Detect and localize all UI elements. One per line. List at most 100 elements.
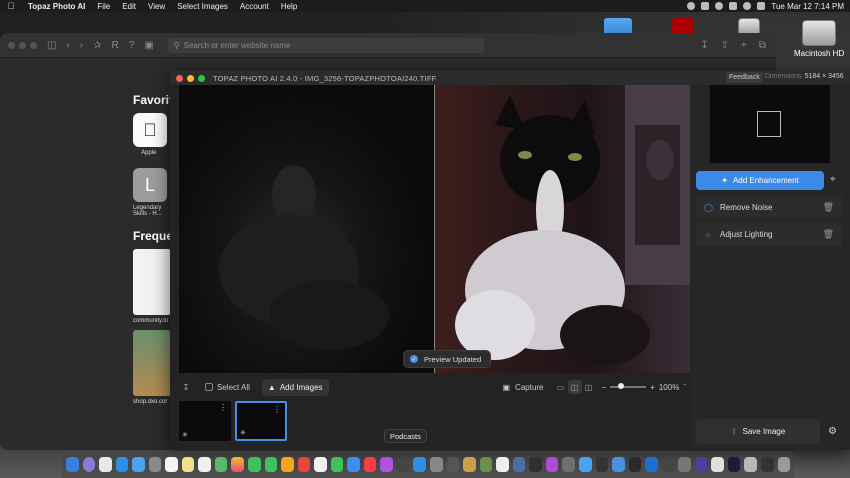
app-icon[interactable] — [661, 457, 675, 472]
compare-divider[interactable] — [434, 85, 435, 373]
menu-account[interactable]: Account — [234, 2, 275, 11]
mail-icon[interactable] — [132, 457, 145, 472]
url-bar[interactable]: ⚲ Search or enter website name — [167, 37, 484, 53]
extension-icon[interactable]: ✰ — [93, 40, 101, 51]
save-image-button[interactable]: ⇧ Save Image — [696, 419, 820, 444]
download-icon[interactable]: ↧ — [700, 40, 708, 51]
zoom-out-icon[interactable]: − — [602, 383, 607, 392]
news-icon[interactable] — [297, 457, 311, 472]
app-icon[interactable] — [645, 457, 658, 472]
frequent-site-thumbnail[interactable] — [133, 249, 171, 315]
status-icon[interactable] — [701, 2, 710, 10]
zoom-slider[interactable] — [610, 383, 647, 389]
app-icon[interactable] — [446, 457, 460, 472]
chevron-up-icon[interactable]: ˆ — [683, 383, 686, 392]
filter-adjust-lighting[interactable]: ☼ Adjust Lighting 🗑 — [696, 222, 842, 246]
numbers-icon[interactable] — [330, 457, 344, 472]
menu-clock[interactable]: Tue Mar 12 7:14 PM — [771, 2, 844, 11]
desktop-disk[interactable]: Macintosh HD — [794, 20, 844, 58]
trash-icon[interactable] — [777, 457, 791, 472]
navigator-viewport-box[interactable] — [757, 111, 781, 137]
filmstrip-thumbnail[interactable]: ⋮ ✳ — [179, 401, 231, 441]
capture-button[interactable]: ▣ Capture — [502, 383, 543, 392]
share-icon[interactable]: ⇧ — [721, 40, 729, 51]
finder-icon[interactable] — [66, 457, 79, 472]
single-view-icon[interactable]: ▭ — [554, 380, 568, 394]
keynote-icon[interactable] — [347, 457, 360, 472]
system-settings-icon[interactable] — [430, 457, 443, 472]
app-icon[interactable] — [479, 457, 493, 472]
status-icon[interactable] — [687, 2, 696, 10]
notes-icon[interactable] — [181, 457, 195, 472]
help-icon[interactable] — [595, 457, 609, 472]
menu-select-images[interactable]: Select Images — [171, 2, 234, 11]
zoom-slider-knob[interactable] — [618, 383, 625, 389]
favorite-apple-tile[interactable]:  — [133, 113, 167, 147]
contacts-icon[interactable] — [148, 457, 162, 472]
safari-icon[interactable] — [115, 457, 129, 472]
wifi-icon[interactable] — [743, 2, 752, 10]
feedback-button[interactable]: Feedback — [726, 72, 763, 83]
app-icon[interactable] — [529, 457, 542, 472]
new-tab-icon[interactable]: + — [741, 40, 747, 51]
favorite-legendary-tile[interactable]: L — [133, 168, 167, 202]
tv-icon[interactable] — [396, 457, 410, 472]
fullscreen-icon[interactable] — [198, 74, 205, 82]
app-icon[interactable] — [578, 457, 592, 472]
close-icon[interactable] — [8, 41, 15, 49]
battery-icon[interactable] — [729, 2, 738, 10]
trash-icon[interactable]: 🗑 — [823, 229, 834, 240]
menu-app-name[interactable]: Topaz Photo AI — [22, 2, 91, 11]
split-view-icon[interactable]: ◫ — [567, 380, 582, 394]
messages-icon[interactable] — [248, 457, 261, 472]
app-icon[interactable] — [711, 457, 724, 472]
zoom-value[interactable]: 100% — [659, 383, 679, 392]
app-icon[interactable] — [562, 457, 575, 472]
siri-icon[interactable] — [82, 457, 96, 472]
app-icon[interactable] — [628, 457, 642, 472]
menu-help[interactable]: Help — [275, 2, 303, 11]
tab-overview-icon[interactable]: ⧉ — [759, 40, 766, 51]
navigator-preview[interactable] — [710, 85, 830, 163]
topaz-photo-ai-icon[interactable] — [694, 457, 708, 472]
app-icon[interactable] — [496, 457, 509, 472]
downloads-folder-icon[interactable] — [744, 457, 757, 472]
app-icon[interactable] — [463, 457, 476, 472]
help-icon[interactable]: ? — [129, 40, 135, 51]
select-all-checkbox[interactable] — [205, 383, 213, 391]
music-icon[interactable] — [363, 457, 377, 472]
extension-icon[interactable]: ▣ — [144, 40, 153, 51]
zoom-icon[interactable] — [30, 41, 37, 49]
launchpad-icon[interactable] — [99, 457, 112, 472]
news-icon[interactable] — [314, 457, 327, 472]
calendar-icon[interactable] — [165, 457, 178, 472]
photos-icon[interactable] — [231, 457, 245, 472]
reader-icon[interactable]: R — [112, 40, 119, 51]
sidebar-toggle-icon[interactable]: ◫ — [47, 40, 56, 51]
trash-icon[interactable]: 🗑 — [823, 202, 834, 213]
crop-icon[interactable]: ⌖ — [830, 174, 836, 185]
minimize-icon[interactable] — [187, 74, 194, 82]
pages-icon[interactable] — [281, 457, 294, 472]
reminders-icon[interactable] — [198, 457, 211, 472]
help-icon[interactable] — [760, 457, 774, 472]
app-icon[interactable] — [512, 457, 526, 472]
menu-view[interactable]: View — [142, 2, 171, 11]
status-icon[interactable] — [715, 2, 724, 10]
export-settings-icon[interactable]: ⚙ — [828, 426, 837, 437]
more-options-icon[interactable]: ⋮ — [273, 405, 281, 414]
close-icon[interactable] — [176, 74, 183, 82]
frequent-site-thumbnail[interactable] — [133, 330, 171, 396]
apple-menu-icon[interactable]:  — [0, 1, 22, 11]
add-images-button[interactable]: ▲ Add Images — [261, 378, 329, 396]
zoom-in-icon[interactable]: + — [650, 383, 655, 392]
filter-remove-noise[interactable]: ◯ Remove Noise 🗑 — [696, 195, 842, 219]
side-by-side-view-icon[interactable]: ◫ — [582, 380, 596, 394]
app-icon[interactable] — [678, 457, 691, 472]
podcasts-icon[interactable] — [380, 457, 393, 472]
collapse-filmstrip-icon[interactable]: ↧ — [179, 383, 193, 392]
forward-icon[interactable]: › — [80, 40, 83, 51]
image-preview[interactable]: ✓ Preview Updated — [179, 85, 690, 373]
back-icon[interactable]: ‹ — [66, 40, 69, 51]
add-enhancement-button[interactable]: ✦ Add Enhancement — [696, 171, 824, 190]
